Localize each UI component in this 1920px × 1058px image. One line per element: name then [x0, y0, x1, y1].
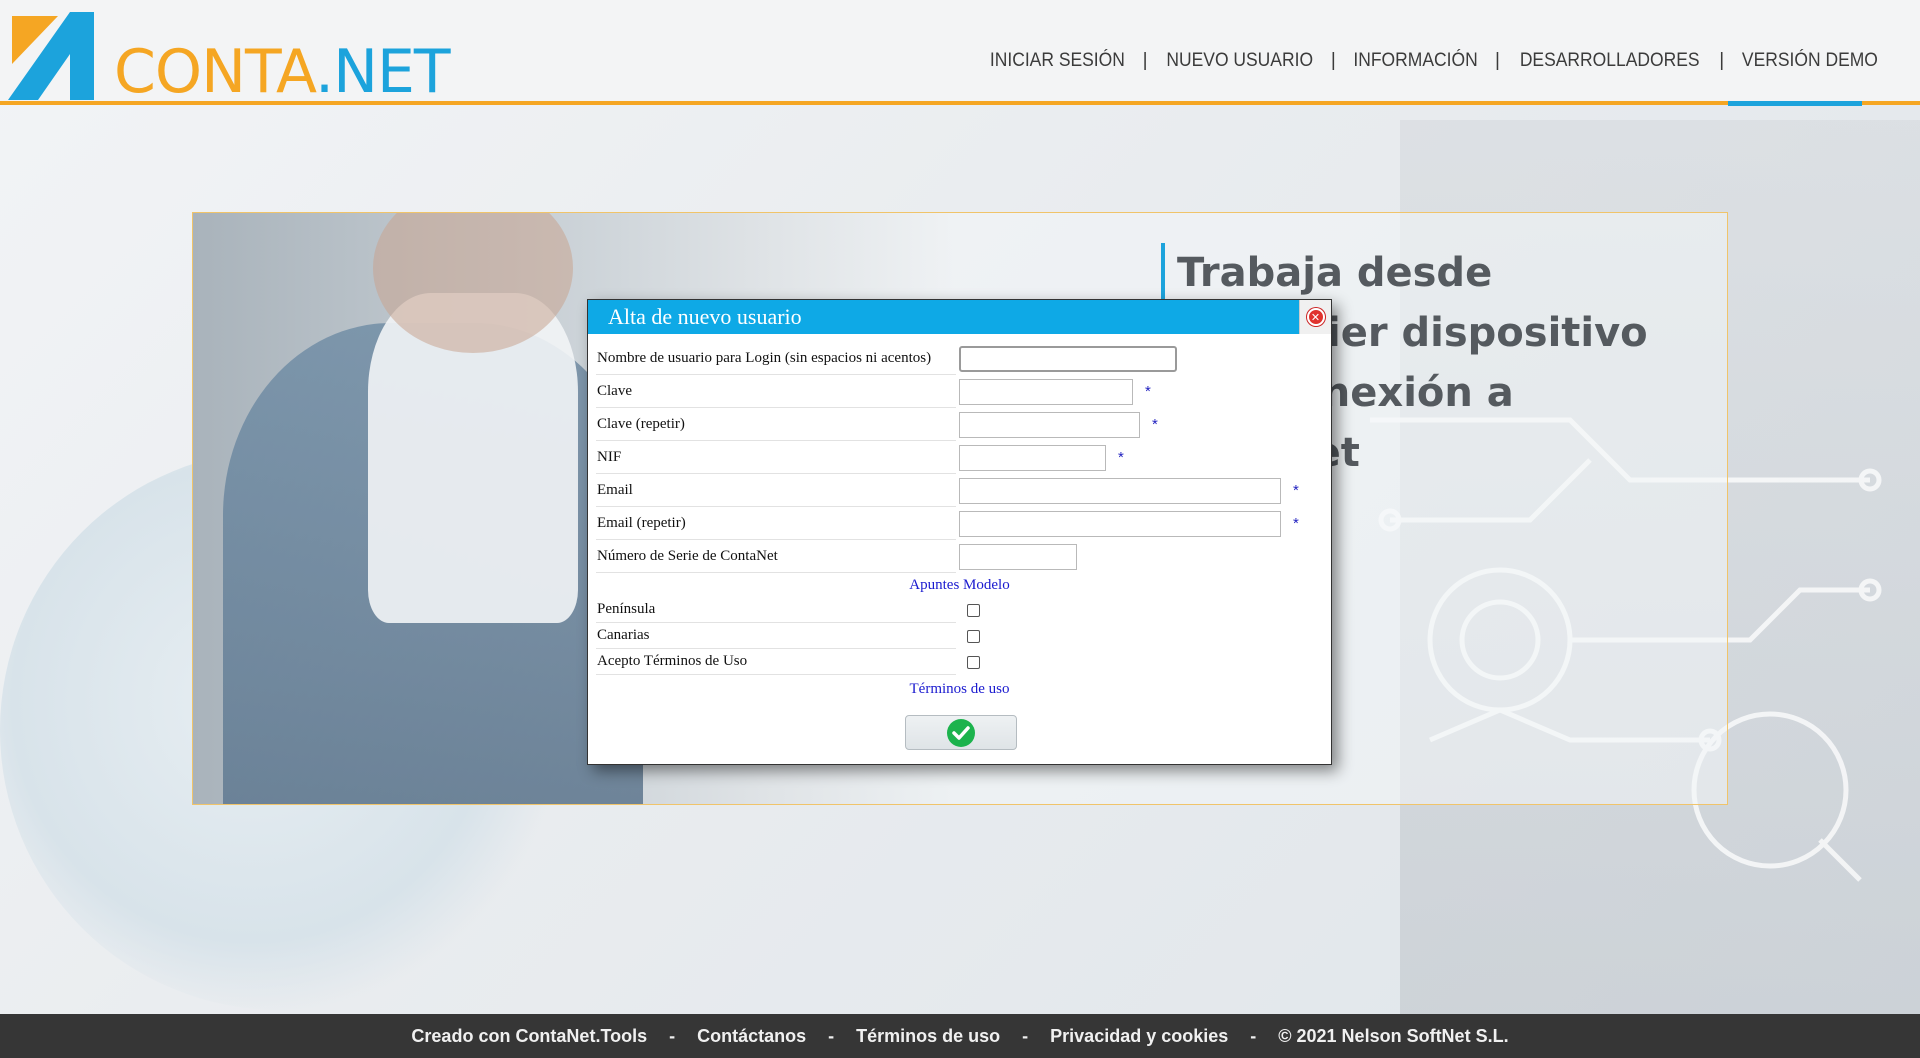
dialog-header: Alta de nuevo usuario ✕ — [588, 300, 1331, 334]
nav-iniciar-sesion[interactable]: INICIAR SESIÓN — [984, 50, 1130, 72]
required-marker: * — [1293, 482, 1299, 499]
canarias-checkbox[interactable] — [967, 629, 980, 643]
check-icon — [947, 718, 975, 747]
close-icon: ✕ — [1306, 308, 1325, 326]
email-label: Email — [596, 474, 956, 507]
email-repetir-label: Email (repetir) — [596, 507, 956, 540]
dialog-title: Alta de nuevo usuario — [608, 304, 802, 329]
footer-privacy[interactable]: Privacidad y cookies — [1050, 1026, 1228, 1047]
footer-created-with[interactable]: Creado con ContaNet.Tools — [411, 1026, 647, 1047]
required-marker: * — [1118, 449, 1124, 466]
new-user-form: Nombre de usuario para Login (sin espaci… — [596, 342, 1323, 701]
nav-desarrolladores[interactable]: DESARROLLADORES — [1514, 50, 1705, 72]
accept-terms-checkbox[interactable] — [967, 655, 980, 669]
email-input[interactable] — [959, 477, 1281, 504]
logo-mark-icon — [8, 12, 94, 100]
form-row-email: Email * — [596, 474, 1323, 507]
accept-terms-label: Acepto Términos de Uso — [596, 649, 956, 675]
close-button[interactable]: ✕ — [1299, 300, 1331, 334]
clave-label: Clave — [596, 375, 956, 408]
form-row-nif: NIF * — [596, 441, 1323, 474]
site-header: CONTA.NET INICIAR SESIÓN | NUEVO USUARIO… — [0, 0, 1920, 107]
serie-label: Número de Serie de ContaNet — [596, 540, 956, 573]
login-input[interactable] — [959, 345, 1177, 372]
nif-label: NIF — [596, 441, 956, 474]
form-row-clave-repetir: Clave (repetir) * — [596, 408, 1323, 441]
footer-contact[interactable]: Contáctanos — [697, 1026, 806, 1047]
password-input[interactable] — [959, 378, 1133, 405]
form-row-login: Nombre de usuario para Login (sin espaci… — [596, 342, 1323, 375]
nav-nuevo-usuario[interactable]: NUEVO USUARIO — [1160, 50, 1318, 72]
form-row-peninsula: Península — [596, 597, 1323, 623]
logo-text: CONTA.NET — [114, 37, 451, 107]
required-marker: * — [1145, 383, 1151, 400]
nif-input[interactable] — [959, 444, 1106, 471]
required-marker: * — [1293, 515, 1299, 532]
form-row-terms: Acepto Términos de Uso — [596, 649, 1323, 675]
terms-of-use-link[interactable]: Términos de uso — [596, 677, 1323, 701]
new-user-dialog: Alta de nuevo usuario ✕ Nombre de usuari… — [587, 299, 1332, 765]
serial-number-input[interactable] — [959, 543, 1077, 570]
main-nav: INICIAR SESIÓN | NUEVO USUARIO | INFORMA… — [978, 50, 1890, 72]
contanet-logo[interactable]: CONTA.NET — [8, 12, 458, 107]
footer-terms[interactable]: Términos de uso — [856, 1026, 1000, 1047]
active-nav-indicator — [1728, 101, 1862, 106]
nav-version-demo[interactable]: VERSIÓN DEMO — [1737, 50, 1884, 72]
site-footer: Creado con ContaNet.Tools - Contáctanos … — [0, 1014, 1920, 1058]
email-repeat-input[interactable] — [959, 510, 1281, 537]
required-marker: * — [1152, 416, 1158, 433]
nav-informacion[interactable]: INFORMACIÓN — [1348, 50, 1483, 72]
form-row-email-repetir: Email (repetir) * — [596, 507, 1323, 540]
clave-repetir-label: Clave (repetir) — [596, 408, 956, 441]
form-row-clave: Clave * — [596, 375, 1323, 408]
footer-copyright: © 2021 Nelson SoftNet S.L. — [1278, 1025, 1509, 1046]
peninsula-label: Península — [596, 597, 956, 623]
password-repeat-input[interactable] — [959, 411, 1140, 438]
login-label: Nombre de usuario para Login (sin espaci… — [596, 342, 956, 375]
submit-button[interactable] — [905, 715, 1017, 750]
canarias-label: Canarias — [596, 623, 956, 649]
peninsula-checkbox[interactable] — [967, 603, 980, 617]
form-row-canarias: Canarias — [596, 623, 1323, 649]
form-row-serie: Número de Serie de ContaNet — [596, 540, 1323, 573]
apuntes-modelo-link[interactable]: Apuntes Modelo — [596, 573, 1323, 597]
